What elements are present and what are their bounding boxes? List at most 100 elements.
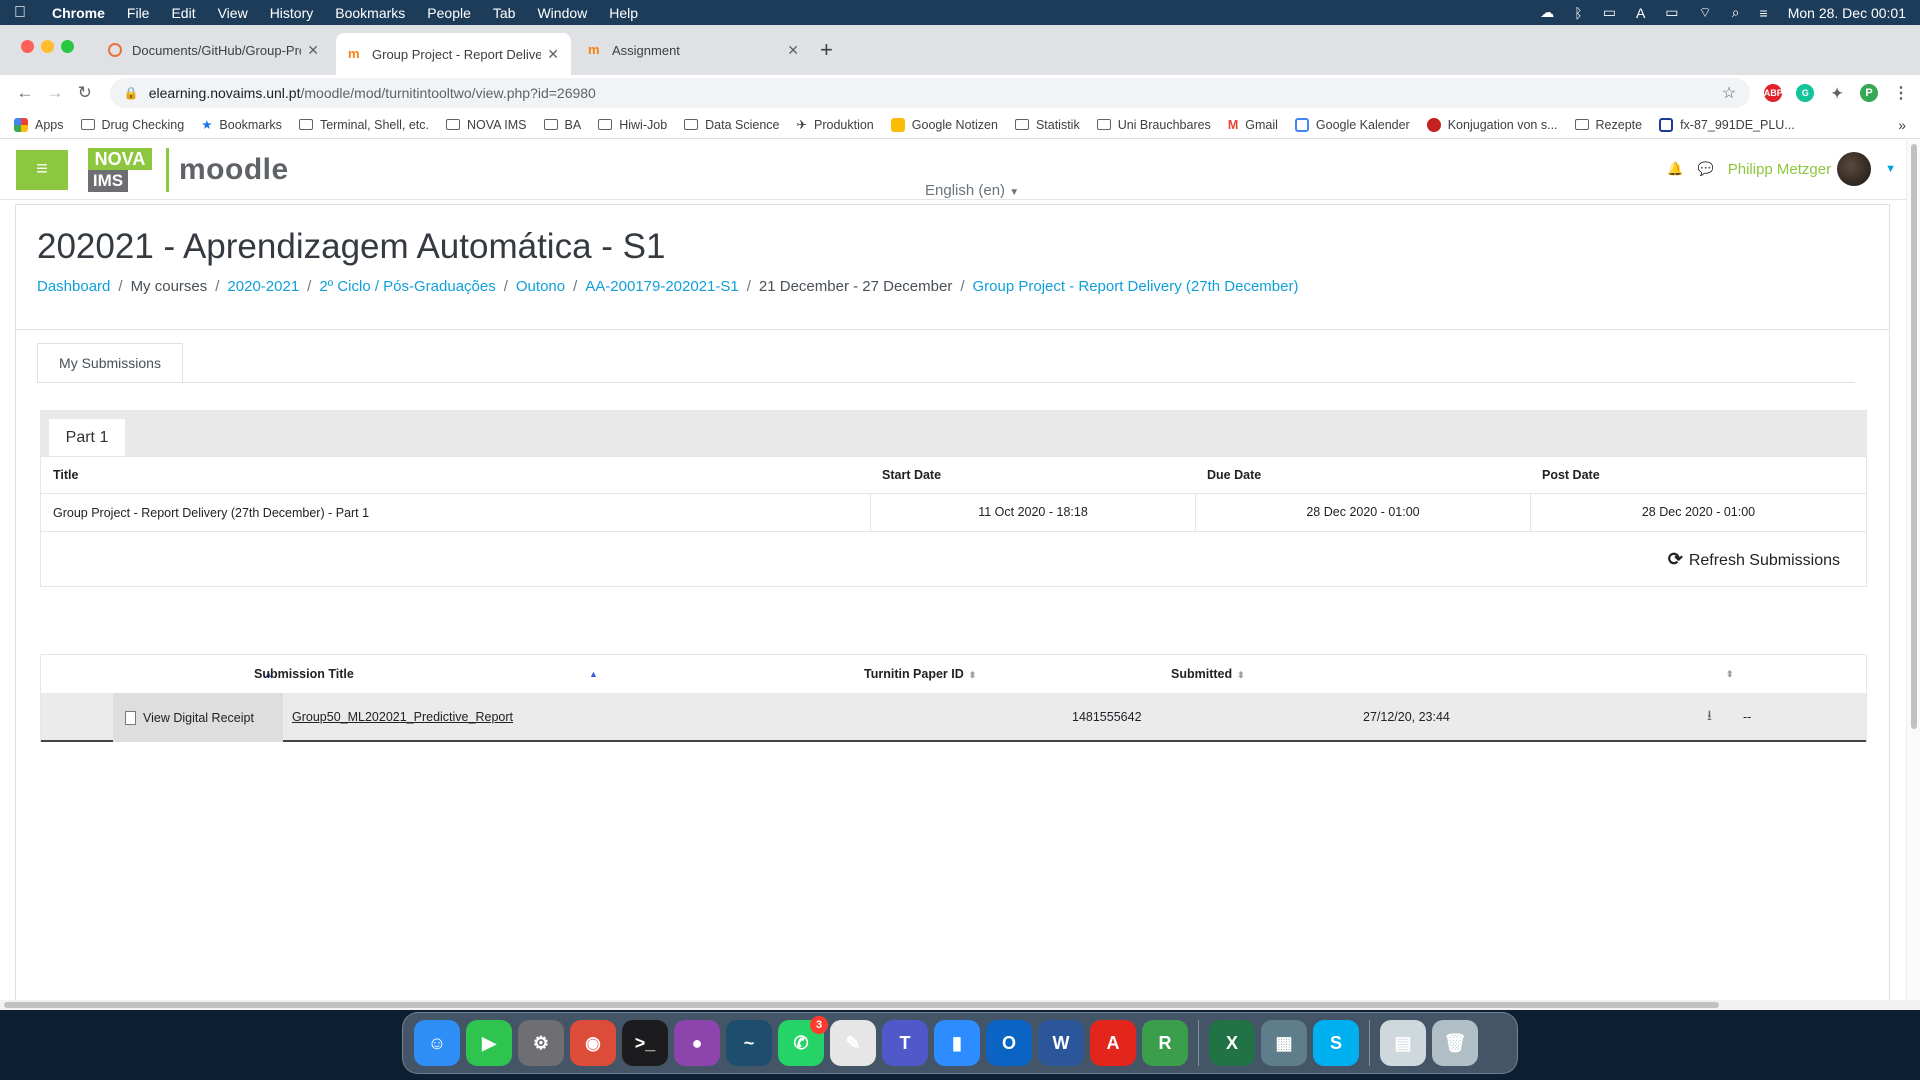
menu-help[interactable]: Help [609, 5, 638, 21]
dock-mysql-workbench-icon[interactable]: ~ [726, 1020, 772, 1066]
menu-file[interactable]: File [127, 5, 150, 21]
dock-whatsapp-icon[interactable]: ✆ 3 [778, 1016, 828, 1066]
spotlight-icon[interactable]: ⌕ [1732, 4, 1740, 21]
profile-avatar[interactable]: P [1860, 84, 1879, 102]
dock-github-desktop-icon[interactable]: ● [674, 1020, 720, 1066]
dock-trash-icon[interactable]: 🗑 [1432, 1020, 1478, 1066]
bookmark-google-kalender[interactable]: Google Kalender [1294, 117, 1410, 132]
bookmark-folder[interactable]: Rezepte [1574, 118, 1642, 132]
bookmark-folder[interactable]: Terminal, Shell, etc. [298, 118, 429, 132]
sort-icon[interactable]: ⬍ [1726, 669, 1734, 680]
notifications-bell-icon[interactable]: 🔔 [1667, 161, 1683, 177]
column-header-submitted[interactable]: Submitted ⬍ [1171, 667, 1245, 681]
dock-excel-icon[interactable]: X [1209, 1020, 1255, 1066]
bookmark-fx[interactable]: fx-87_991DE_PLU... [1659, 117, 1795, 132]
messages-icon[interactable]: 💬 [1698, 161, 1714, 177]
apple-icon[interactable]:  [14, 4, 26, 22]
extensions-puzzle-icon[interactable]: ✦ [1828, 84, 1847, 102]
dock-word-icon[interactable]: W [1038, 1020, 1084, 1066]
user-avatar[interactable] [1837, 152, 1872, 186]
bookmark-folder[interactable]: Drug Checking [80, 118, 184, 132]
dock-system-preferences-icon[interactable]: ⚙ [518, 1020, 564, 1066]
close-tab-icon[interactable]: ✕ [307, 42, 319, 59]
bookmark-konjugation[interactable]: Konjugation von s... [1426, 117, 1558, 132]
close-tab-icon[interactable]: ✕ [787, 42, 799, 59]
close-tab-icon[interactable]: ✕ [547, 46, 559, 63]
reload-icon[interactable]: ↻ [70, 83, 100, 103]
column-header-submission-title[interactable]: Submission Title [254, 667, 354, 681]
user-name[interactable]: Philipp Metzger [1728, 161, 1831, 178]
back-icon[interactable]: ← [10, 83, 40, 103]
bookmark-folder[interactable]: ★ Bookmarks [201, 117, 282, 133]
scrollbar-thumb[interactable] [1911, 144, 1917, 729]
bookmark-folder[interactable]: Uni Brauchbares [1096, 118, 1211, 132]
lock-icon[interactable]: 🔒 [124, 86, 139, 100]
new-tab-button[interactable]: + [820, 37, 833, 63]
breadcrumb-cycle[interactable]: 2º Ciclo / Pós-Graduações [319, 278, 495, 295]
bookmark-produktion[interactable]: ✈ Produktion [797, 117, 874, 133]
breadcrumb-dashboard[interactable]: Dashboard [37, 278, 110, 295]
menu-edit[interactable]: Edit [171, 5, 195, 21]
dock-facetime-icon[interactable]: ▶ [466, 1020, 512, 1066]
breadcrumb-activity[interactable]: Group Project - Report Delivery (27th De… [973, 278, 1299, 295]
bookmark-folder[interactable]: BA [543, 118, 581, 132]
dock-document-icon[interactable]: ▤ [1380, 1020, 1426, 1066]
submission-title-link[interactable]: Group50_ML202021_Predictive_Report [292, 710, 513, 724]
bookmark-google-notizen[interactable]: Google Notizen [890, 117, 998, 132]
bookmark-folder[interactable]: Data Science [684, 118, 780, 132]
dock-textedit-icon[interactable]: ✎ [830, 1020, 876, 1066]
dock-finder-icon[interactable]: ☺ [414, 1020, 460, 1066]
tab-group-project[interactable]: m Group Project - Report Delivery ✕ [336, 33, 571, 75]
menu-bookmarks[interactable]: Bookmarks [335, 5, 405, 21]
wifi-icon[interactable]: ⌔ [1699, 4, 1712, 22]
dock-terminal-icon[interactable]: >_ [622, 1020, 668, 1066]
dock-rstudio-icon[interactable]: R [1142, 1020, 1188, 1066]
chrome-menu-icon[interactable]: ⋮ [1892, 84, 1911, 102]
bookmark-star-icon[interactable]: ☆ [1722, 83, 1736, 103]
language-selector[interactable]: English (en) ▼ [925, 182, 1019, 199]
breadcrumb-course[interactable]: AA-200179-202021-S1 [585, 278, 738, 295]
dock-teams-icon[interactable]: T [882, 1020, 928, 1066]
tab-my-submissions[interactable]: My Submissions [37, 343, 183, 383]
zoom-window-button[interactable] [61, 40, 74, 53]
nova-ims-logo[interactable]: NOVA IMS [88, 147, 152, 192]
scrollbar-thumb[interactable] [4, 1002, 1719, 1008]
dock-chrome-icon[interactable]: ◉ [570, 1020, 616, 1066]
menu-app[interactable]: Chrome [52, 5, 105, 21]
horizontal-scrollbar[interactable] [0, 1000, 1920, 1010]
menubar-clock[interactable]: Mon 28. Dec 00:01 [1788, 5, 1906, 21]
breadcrumb-year[interactable]: 2020-2021 [227, 278, 299, 295]
bookmark-gmail[interactable]: M Gmail [1228, 118, 1278, 132]
sort-asc-icon[interactable]: ▲ [589, 669, 598, 679]
caret-down-icon[interactable]: ▼ [1885, 163, 1896, 175]
battery-icon[interactable]: ▭ [1665, 4, 1678, 21]
refresh-submissions-button[interactable]: ⟳ Refresh Submissions [1668, 549, 1840, 570]
dock-acrobat-icon[interactable]: A [1090, 1020, 1136, 1066]
close-window-button[interactable] [21, 40, 34, 53]
moodle-brand[interactable]: moodle [179, 153, 289, 187]
dock-preview-icon[interactable]: ▦ [1261, 1020, 1307, 1066]
bookmarks-overflow-icon[interactable]: » [1898, 117, 1906, 133]
screen-mirroring-icon[interactable]: ▭ [1603, 4, 1616, 21]
adblock-extension-icon[interactable]: ABP [1764, 84, 1783, 102]
hamburger-menu-icon[interactable]: ≡ [16, 149, 68, 190]
menu-history[interactable]: History [270, 5, 314, 21]
bookmark-folder[interactable]: Hiwi-Job [598, 118, 667, 132]
cloud-icon[interactable]: ☁ [1540, 4, 1554, 21]
breadcrumb-semester[interactable]: Outono [516, 278, 565, 295]
forward-icon[interactable]: → [40, 83, 70, 103]
menu-people[interactable]: People [427, 5, 471, 21]
bookmark-folder[interactable]: NOVA IMS [446, 118, 527, 132]
address-bar[interactable]: 🔒 elearning.novaims.unl.pt /moodle/mod/t… [109, 78, 1751, 108]
keyboard-input-icon[interactable]: A [1636, 5, 1645, 21]
tab-part-1[interactable]: Part 1 [49, 419, 125, 456]
bluetooth-icon[interactable]: ᛒ [1574, 5, 1582, 21]
control-center-icon[interactable]: ≡ [1760, 5, 1768, 21]
view-digital-receipt-button[interactable]: View Digital Receipt [113, 693, 283, 742]
menu-tab[interactable]: Tab [493, 5, 516, 21]
minimize-window-button[interactable] [41, 40, 54, 53]
menu-view[interactable]: View [218, 5, 248, 21]
bookmark-folder[interactable]: Statistik [1014, 118, 1080, 132]
tab-assignment[interactable]: m Assignment ✕ [576, 33, 811, 67]
menu-window[interactable]: Window [537, 5, 587, 21]
